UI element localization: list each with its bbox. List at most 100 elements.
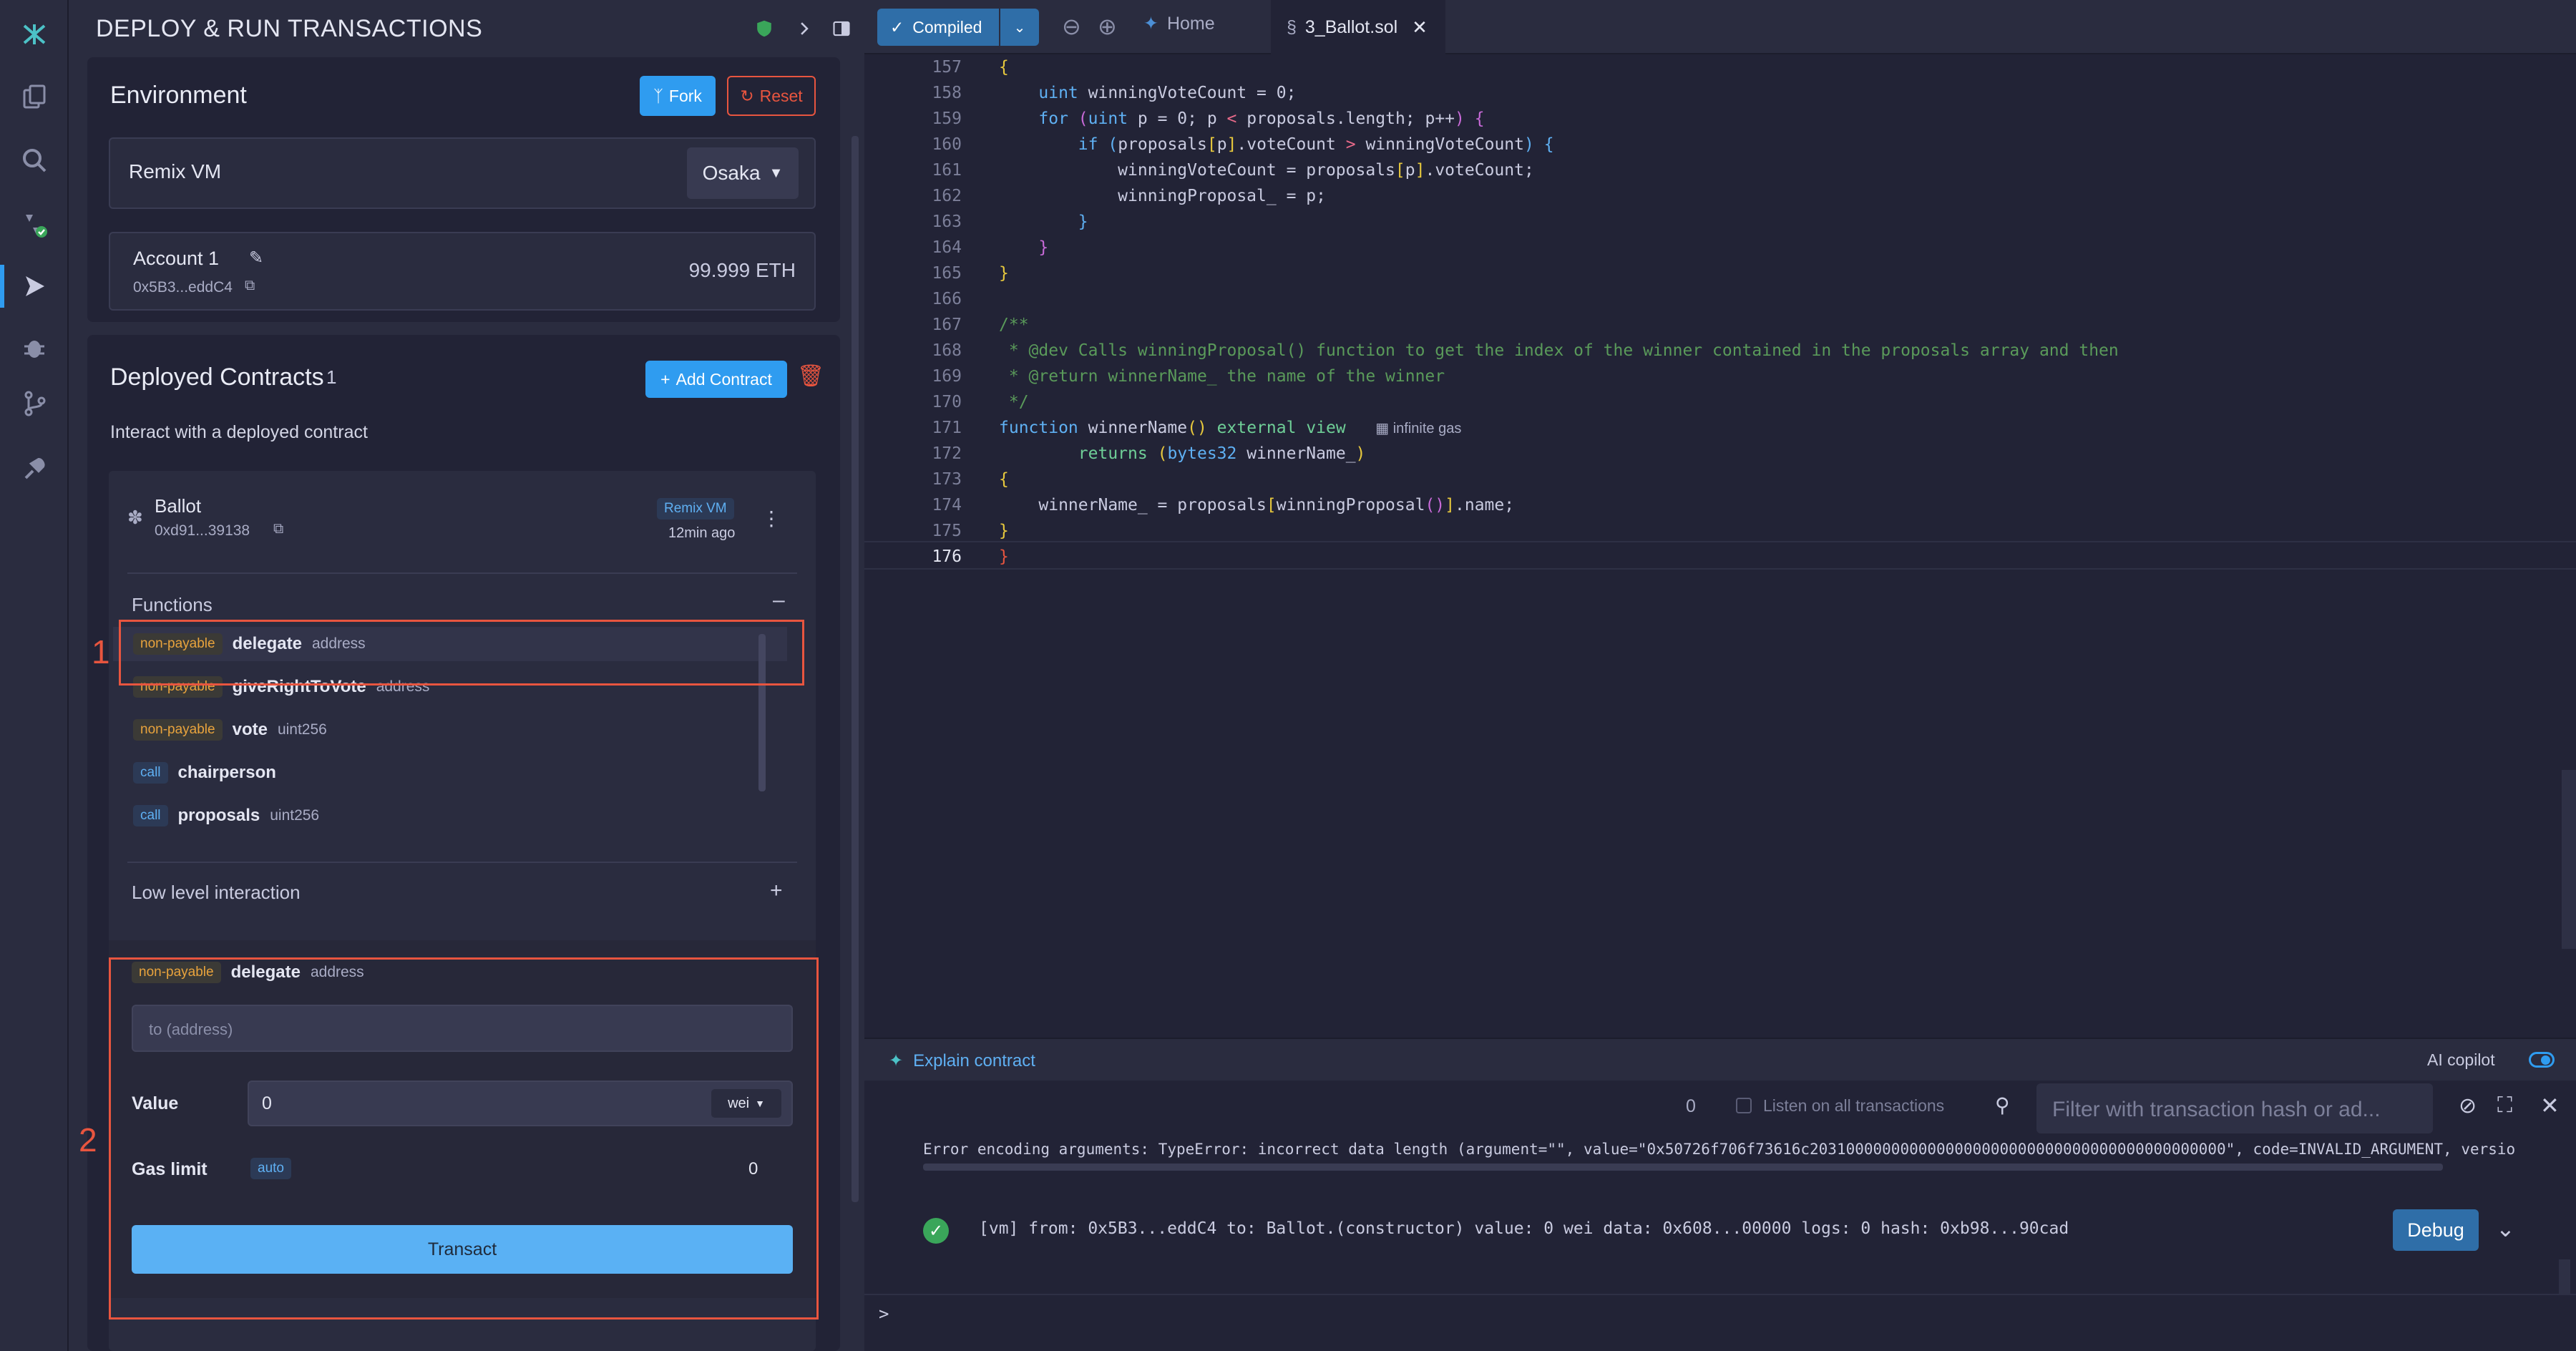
terminal-prompt[interactable]: > [879, 1304, 889, 1324]
line-number: 174 [932, 496, 962, 514]
remix-ai-icon: ✦ [889, 1051, 904, 1070]
function-name: vote [232, 720, 268, 739]
fullscreen-icon[interactable]: ⛶ [2497, 1093, 2512, 1118]
ai-copilot-toggle[interactable] [2529, 1052, 2555, 1068]
code-editor[interactable]: 157 {158 uint winningVoteCount = 0; 159 fo… [864, 54, 2576, 1038]
panel-title: DEPLOY & RUN TRANSACTIONS [96, 14, 483, 42]
plus-icon: + [660, 369, 670, 389]
debug-button[interactable]: Debug [2393, 1209, 2479, 1251]
environment-select[interactable]: Remix VM Osaka ▼ [109, 137, 816, 209]
code-text: } [999, 264, 1009, 283]
transaction-filter-input[interactable]: Filter with transaction hash or ad... [2036, 1083, 2433, 1133]
checkmark-icon: ✓ [890, 17, 904, 36]
line-number: 164 [932, 238, 962, 257]
function-row[interactable]: non-payable vote uint256 [133, 713, 327, 747]
line-number: 168 [932, 341, 962, 360]
close-icon[interactable]: ✕ [1412, 16, 1428, 39]
code-text: } [1078, 213, 1088, 231]
provider-name: Remix VM [129, 160, 222, 182]
account-select[interactable]: Account 1 ✎ 0x5B3...eddC4 ⧉ 99.999 ETH [109, 232, 816, 311]
fork-button[interactable]: ᛉ Fork [640, 76, 716, 116]
deployed-contracts-heading: Deployed Contracts [110, 364, 324, 391]
reset-icon: ↻ [740, 86, 754, 105]
transaction-log[interactable]: [vm] from: 0x5B3...eddC4 to: Ballot.(con… [979, 1219, 2069, 1238]
annotation-number-1: 1 [92, 633, 110, 670]
divider [127, 572, 797, 574]
code-text: { [999, 58, 1009, 77]
editor-scrollbar[interactable] [2562, 770, 2576, 949]
remix-logo-icon[interactable] [17, 17, 52, 52]
code-text: */ [999, 393, 1029, 411]
panel-layout-icon[interactable] [827, 14, 856, 43]
chevron-right-icon[interactable] [790, 14, 819, 43]
kebab-menu-icon[interactable]: ⋮ [761, 507, 781, 530]
git-icon[interactable] [17, 386, 52, 421]
chevron-down-icon[interactable]: ⌄ [2496, 1215, 2515, 1242]
copy-icon[interactable]: ⧉ [273, 521, 283, 537]
plugin-manager-icon[interactable] [17, 451, 52, 485]
call-badge: call [133, 762, 168, 784]
shield-icon[interactable] [750, 14, 779, 43]
pin-icon[interactable]: ✽ [127, 507, 143, 529]
expand-icon[interactable]: + [770, 879, 783, 903]
compiled-button[interactable]: ✓ Compiled [877, 9, 999, 46]
code-text: for (uint p = 0; p < proposals.length; p… [1038, 109, 1485, 128]
tab-ballot-file[interactable]: § 3_Ballot.sol ✕ [1271, 0, 1445, 54]
pending-tx-count: 0 [1686, 1096, 1696, 1116]
annotation-box-2 [109, 957, 819, 1320]
function-row[interactable]: call chairperson [133, 756, 286, 790]
divider [127, 862, 797, 863]
reset-button[interactable]: ↻ Reset [727, 76, 816, 116]
explain-contract-button[interactable]: ✦ Explain contract [889, 1050, 1035, 1071]
search-icon[interactable] [17, 143, 52, 177]
horizontal-scrollbar[interactable] [923, 1164, 2443, 1171]
search-icon: ⚲ [1995, 1094, 2010, 1116]
function-arg: uint256 [277, 721, 327, 738]
line-number: 173 [932, 470, 962, 489]
solidity-compiler-icon[interactable] [17, 208, 52, 242]
call-badge: call [133, 805, 168, 826]
deploy-age: 12min ago [668, 525, 736, 541]
panel-header: DEPLOY & RUN TRANSACTIONS [69, 0, 864, 57]
line-number: 170 [932, 393, 962, 411]
tab-home[interactable]: ✦ Home [1143, 13, 1215, 34]
close-terminal-icon[interactable]: ✕ [2540, 1092, 2560, 1119]
zoom-in-icon[interactable]: ⊕ [1098, 13, 1117, 40]
deployed-subtitle: Interact with a deployed contract [110, 422, 368, 442]
line-number: 172 [932, 444, 962, 463]
terminal-scrollbar[interactable] [2559, 1259, 2570, 1295]
edit-pencil-icon[interactable]: ✎ [249, 248, 263, 268]
panel-scrollbar[interactable] [852, 136, 859, 1202]
add-contract-button[interactable]: + Add Contract [645, 361, 787, 398]
trash-icon[interactable]: 🗑 [797, 364, 824, 389]
caret-down-icon: ▼ [769, 165, 784, 181]
error-message: Error encoding arguments: TypeError: inc… [923, 1141, 2516, 1158]
ai-copilot-label: AI copilot [2427, 1050, 2495, 1069]
function-name: proposals [177, 806, 260, 825]
filter-placeholder: Filter with transaction hash or ad... [2052, 1098, 2381, 1121]
function-arg: uint256 [270, 807, 320, 824]
debugger-icon[interactable] [17, 331, 52, 365]
clear-console-icon[interactable]: ⊘ [2459, 1093, 2477, 1118]
function-row[interactable]: call proposals uint256 [133, 799, 319, 833]
code-text: returns (bytes32 winnerName_) [1078, 444, 1366, 463]
function-name: chairperson [177, 763, 276, 782]
code-text: if (proposals[p].voteCount > winningVote… [1078, 135, 1554, 154]
zoom-out-icon[interactable]: ⊖ [1062, 13, 1081, 40]
copy-icon[interactable]: ⧉ [245, 278, 255, 294]
compile-options-dropdown[interactable]: ⌄ [1000, 9, 1039, 46]
line-number: 162 [932, 187, 962, 205]
remix-logo-icon: ✦ [1143, 14, 1158, 34]
current-line-highlight [864, 541, 2576, 570]
listen-checkbox[interactable] [1736, 1098, 1752, 1113]
deploy-run-icon[interactable] [17, 269, 52, 303]
line-number: 157 [932, 58, 962, 77]
functions-heading: Functions [132, 594, 213, 615]
code-text: uint winningVoteCount = 0; [1038, 84, 1297, 102]
file-explorer-icon[interactable] [17, 80, 52, 114]
terminal-toolbar: ✦ Explain contract AI copilot [864, 1038, 2576, 1081]
collapse-icon[interactable]: – [773, 588, 785, 613]
code-text: } [999, 522, 1009, 540]
fork-version-select[interactable]: Osaka ▼ [687, 147, 799, 199]
deployed-count: 1 [326, 366, 337, 388]
